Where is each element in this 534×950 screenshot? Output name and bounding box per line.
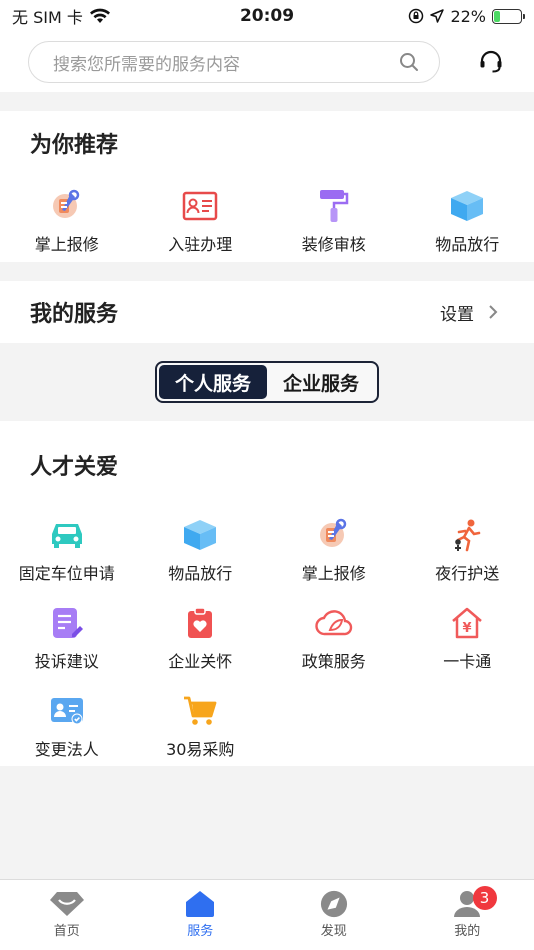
box-icon	[448, 187, 486, 225]
compass-icon	[320, 890, 347, 918]
tab-service[interactable]: 服务	[134, 880, 268, 950]
service-item-release[interactable]: 物品放行	[134, 516, 268, 584]
service-item-label: 企业关怀	[168, 652, 233, 671]
battery-level	[494, 10, 500, 22]
battery-percent: 22%	[450, 6, 486, 26]
recommend-item-repair[interactable]: 掌上报修	[0, 187, 134, 255]
service-item-label: 变更法人	[34, 740, 99, 759]
top-bar: 搜索您所需要的服务内容	[0, 32, 534, 92]
id-card-icon	[181, 187, 219, 225]
tab-label: 服务	[187, 924, 214, 939]
house-yen-icon: ¥	[448, 604, 486, 642]
tab-enterprise-service[interactable]: 企业服务	[267, 365, 375, 399]
status-bar: 无 SIM 卡 20:09 22%	[0, 0, 534, 32]
service-item-label: 固定车位申请	[18, 564, 115, 583]
shopping-cart-icon	[181, 692, 219, 730]
tab-discover[interactable]: 发现	[267, 880, 401, 950]
my-service-header: 我的服务 设置	[0, 281, 534, 343]
bottom-tab-bar: 首页 服务 发现 我的 3	[0, 879, 534, 950]
location-arrow-icon	[430, 9, 445, 23]
talent-care-section: 人才关爱 固定车位申请 物品放行 掌上报修 夜行护送 投诉建议 企业关怀 政策服…	[0, 421, 534, 766]
cloud-leaf-icon	[315, 604, 353, 642]
repair-icon	[315, 516, 353, 554]
service-item-label: 物品放行	[168, 564, 233, 583]
home-icon	[186, 891, 215, 917]
service-item-procurement[interactable]: 30易采购	[134, 692, 268, 760]
carrier-label: 无 SIM 卡	[12, 8, 83, 27]
id-badge-check-icon	[48, 692, 86, 730]
service-item-night-escort[interactable]: 夜行护送	[401, 516, 534, 584]
service-toggle: 个人服务 企业服务	[155, 361, 379, 403]
service-item-label: 投诉建议	[34, 652, 99, 671]
talent-care-title: 人才关爱	[30, 455, 119, 480]
customer-service-icon[interactable]	[476, 47, 506, 77]
car-icon	[48, 516, 86, 554]
service-item-complaint[interactable]: 投诉建议	[0, 604, 134, 672]
service-item-one-card[interactable]: ¥ 一卡通	[401, 604, 534, 672]
wifi-icon	[89, 8, 110, 23]
chevron-right-icon	[489, 305, 498, 319]
settings-link[interactable]: 设置	[440, 300, 498, 325]
battery-icon	[492, 8, 525, 24]
rotation-lock-icon	[409, 8, 424, 24]
tab-personal-service[interactable]: 个人服务	[159, 365, 267, 399]
recommend-item-renovation[interactable]: 装修审核	[267, 187, 401, 255]
service-item-change-legal-person[interactable]: 变更法人	[0, 692, 134, 760]
notification-badge: 3	[472, 886, 497, 910]
service-item-label: 30易采购	[166, 740, 235, 759]
service-item-label: 掌上报修	[301, 564, 366, 583]
recommend-item-label: 入驻办理	[168, 235, 233, 254]
search-input[interactable]: 搜索您所需要的服务内容	[28, 41, 440, 83]
tab-label: 发现	[320, 924, 347, 939]
settings-label: 设置	[440, 304, 474, 325]
service-item-label: 政策服务	[301, 652, 366, 671]
recommend-item-release[interactable]: 物品放行	[401, 187, 534, 255]
search-placeholder: 搜索您所需要的服务内容	[53, 54, 240, 75]
recommend-item-label: 掌上报修	[34, 235, 99, 254]
service-item-parking[interactable]: 固定车位申请	[0, 516, 134, 584]
service-item-repair[interactable]: 掌上报修	[267, 516, 401, 584]
svg-text:¥: ¥	[463, 621, 472, 636]
repair-icon	[48, 187, 86, 225]
tab-mine[interactable]: 我的 3	[401, 880, 534, 950]
service-item-label: 夜行护送	[435, 564, 500, 583]
recommend-section: 为你推荐 掌上报修 入驻办理 装修审核 物品放行	[0, 111, 534, 262]
tab-label: 首页	[53, 924, 80, 939]
recommend-item-label: 装修审核	[301, 235, 366, 254]
service-item-label: 一卡通	[443, 652, 492, 671]
recommend-item-checkin[interactable]: 入驻办理	[134, 187, 268, 255]
recommend-item-label: 物品放行	[435, 235, 500, 254]
my-service-title: 我的服务	[30, 302, 119, 327]
service-toggle-area: 个人服务 企业服务	[0, 343, 534, 421]
service-item-enterprise-care[interactable]: 企业关怀	[134, 604, 268, 672]
paint-roller-icon	[315, 187, 353, 225]
document-edit-icon	[48, 604, 86, 642]
recommend-title: 为你推荐	[30, 133, 119, 158]
service-item-policy[interactable]: 政策服务	[267, 604, 401, 672]
walking-icon	[448, 516, 486, 554]
search-icon	[400, 53, 418, 71]
diamond-icon	[49, 892, 84, 916]
care-heart-icon	[181, 604, 219, 642]
tab-home[interactable]: 首页	[0, 880, 134, 950]
box-icon	[181, 516, 219, 554]
tab-label: 我的	[454, 924, 481, 939]
